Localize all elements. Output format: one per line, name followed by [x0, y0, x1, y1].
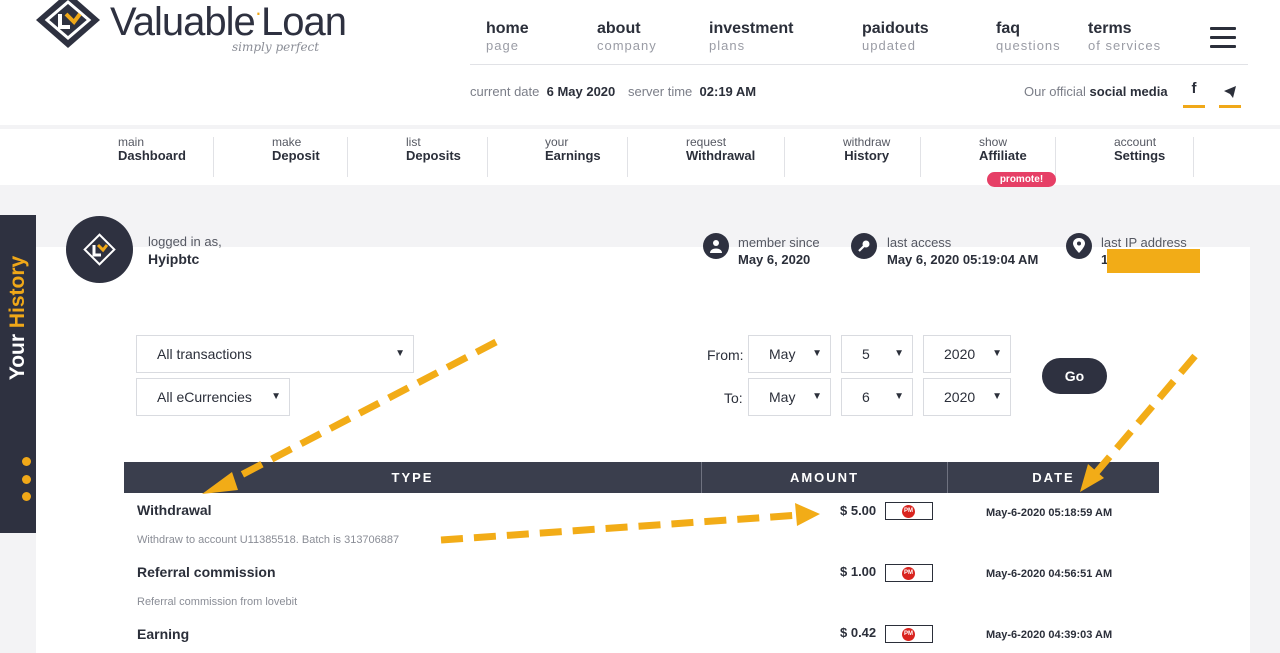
- member-since-value: May 6, 2020: [738, 252, 811, 267]
- subnav-show-affiliate[interactable]: show Affiliate: [979, 135, 1027, 177]
- nav-faq[interactable]: faq questions: [996, 20, 1061, 53]
- server-time: server time 02:19 AM: [628, 84, 757, 99]
- to-month-select[interactable]: May ▼: [748, 378, 831, 416]
- current-date: current date 6 May 2020: [470, 84, 616, 99]
- header-divider: [470, 64, 1248, 65]
- subnav-list-deposits[interactable]: list Deposits: [406, 135, 461, 177]
- from-month-select[interactable]: May ▼: [748, 335, 831, 373]
- header-amount: AMOUNT: [789, 470, 860, 485]
- your-history-label: Your History: [6, 255, 29, 381]
- history-table-header: TYPE AMOUNT DATE: [124, 462, 1159, 493]
- ip-redaction-mark: [1107, 249, 1200, 273]
- subnav-account-settings[interactable]: account Settings: [1114, 135, 1165, 177]
- history-panel: [36, 247, 1250, 653]
- telegram-icon[interactable]: [1219, 80, 1241, 108]
- from-year-select[interactable]: 2020 ▼: [923, 335, 1011, 373]
- go-button[interactable]: Go: [1042, 358, 1107, 394]
- site-header: Valuable·Loan simply perfect home page a…: [0, 0, 1280, 125]
- header-type: TYPE: [391, 470, 434, 485]
- logged-in-username: Hyipbtc: [148, 251, 200, 267]
- perfect-money-icon: PM: [885, 625, 933, 643]
- avatar-logo-icon: [92, 243, 109, 257]
- last-access-label: last access: [887, 235, 952, 250]
- subnav-withdraw-history[interactable]: withdraw History: [843, 135, 890, 177]
- table-row-amount: $ 5.00: [840, 503, 877, 518]
- to-label: To:: [724, 390, 743, 406]
- subnav-make-deposit[interactable]: make Deposit: [272, 135, 320, 177]
- menu-hamburger-icon[interactable]: [1210, 27, 1236, 49]
- nav-paidouts[interactable]: paidouts updated: [862, 20, 929, 53]
- nav-about[interactable]: about company: [597, 20, 657, 53]
- subnav-dashboard[interactable]: main Dashboard: [118, 135, 186, 177]
- table-row-amount: $ 1.00: [840, 564, 877, 579]
- nav-terms[interactable]: terms of services: [1088, 20, 1161, 53]
- nav-home[interactable]: home page: [486, 20, 529, 53]
- member-since-label: member since: [738, 235, 820, 250]
- nav-investment[interactable]: investment plans: [709, 20, 793, 53]
- subnav-your-earnings[interactable]: your Earnings: [545, 135, 601, 177]
- avatar: [66, 216, 133, 283]
- key-icon: [851, 233, 877, 259]
- member-user-icon: [703, 233, 729, 259]
- transaction-type-select[interactable]: All transactions ▼: [136, 335, 414, 373]
- social-media-label: Our official social media: [1024, 84, 1168, 99]
- location-pin-icon: [1066, 233, 1092, 259]
- table-row-date: May-6-2020 04:39:03 AM: [986, 629, 1113, 641]
- table-row-description: Withdraw to account U11385518. Batch is …: [137, 534, 400, 546]
- table-row-date: May-6-2020 05:18:59 AM: [986, 507, 1113, 519]
- perfect-money-icon: PM: [885, 564, 933, 582]
- table-row-type: Earning: [137, 626, 190, 642]
- table-row-type: Withdrawal: [137, 502, 212, 518]
- to-day-select[interactable]: 6 ▼: [841, 378, 913, 416]
- account-navigation: main Dashboard make Deposit list Deposit…: [0, 129, 1280, 185]
- top-navigation: home page about company investment plans…: [0, 20, 1280, 60]
- header-date: DATE: [1032, 470, 1075, 485]
- to-year-select[interactable]: 2020 ▼: [923, 378, 1011, 416]
- table-row-date: May-6-2020 04:56:51 AM: [986, 568, 1113, 580]
- subnav-request-withdrawal[interactable]: request Withdrawal: [686, 135, 755, 177]
- facebook-icon[interactable]: f: [1183, 80, 1205, 108]
- from-day-select[interactable]: 5 ▼: [841, 335, 913, 373]
- ecurrency-select[interactable]: All eCurrencies ▼: [136, 378, 290, 416]
- perfect-money-icon: PM: [885, 502, 933, 520]
- promote-badge[interactable]: promote!: [987, 172, 1056, 187]
- last-access-value: May 6, 2020 05:19:04 AM: [887, 252, 1039, 267]
- table-row-amount: $ 0.42: [840, 625, 877, 640]
- logged-in-label: logged in as,: [148, 234, 222, 249]
- table-row-type: Referral commission: [137, 564, 276, 580]
- last-ip-label: last IP address: [1101, 235, 1187, 250]
- table-row-description: Referral commission from lovebit: [137, 596, 298, 608]
- from-label: From:: [707, 347, 744, 363]
